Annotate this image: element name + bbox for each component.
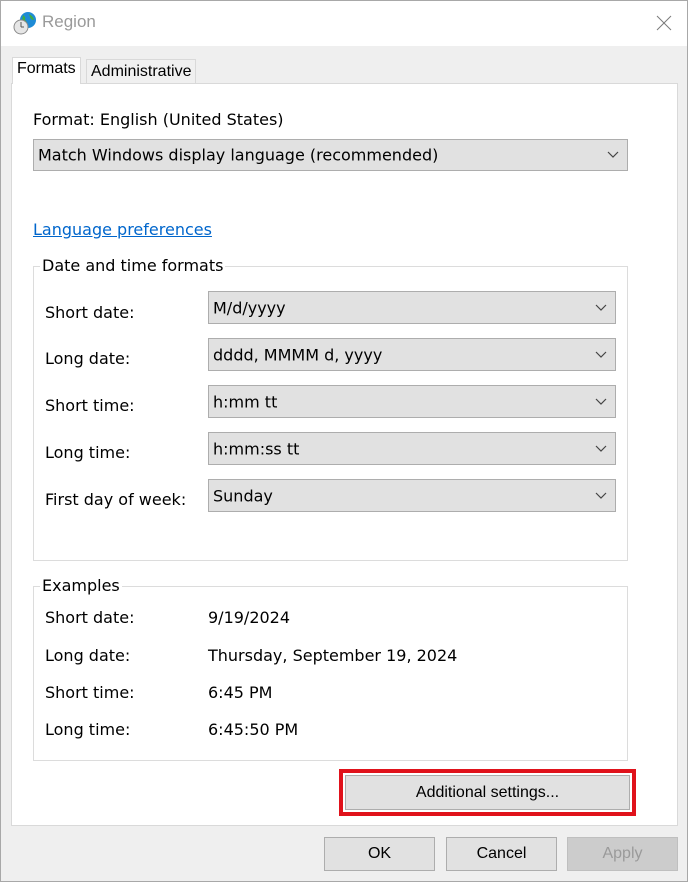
- example-short-time-label: Short time:: [45, 683, 135, 702]
- title-bar: Region: [1, 1, 687, 46]
- first-day-of-week-value: Sunday: [213, 486, 273, 505]
- short-time-dropdown[interactable]: h:mm tt: [208, 385, 616, 418]
- formats-panel: Format: English (United States) Match Wi…: [11, 83, 678, 826]
- date-time-formats-title: Date and time formats: [40, 256, 226, 275]
- examples-title: Examples: [40, 576, 122, 595]
- tab-administrative[interactable]: Administrative: [86, 59, 197, 84]
- additional-settings-button[interactable]: Additional settings...: [345, 775, 630, 810]
- format-label: Format: English (United States): [33, 110, 284, 129]
- example-short-date-label: Short date:: [45, 608, 135, 627]
- date-time-formats-group: Date and time formats Short date: M/d/yy…: [33, 256, 628, 561]
- first-day-of-week-dropdown[interactable]: Sunday: [208, 479, 616, 512]
- format-dropdown[interactable]: Match Windows display language (recommen…: [33, 139, 628, 171]
- short-date-dropdown[interactable]: M/d/yyyy: [208, 291, 616, 324]
- format-dropdown-value: Match Windows display language (recommen…: [38, 145, 439, 165]
- first-day-of-week-label: First day of week:: [45, 490, 187, 509]
- example-long-date-label: Long date:: [45, 646, 131, 665]
- close-button[interactable]: [647, 7, 681, 39]
- ok-button[interactable]: OK: [324, 837, 435, 871]
- short-date-value: M/d/yyyy: [213, 298, 286, 317]
- short-date-label: Short date:: [45, 303, 135, 322]
- long-date-dropdown[interactable]: dddd, MMMM d, yyyy: [208, 338, 616, 371]
- cancel-button[interactable]: Cancel: [446, 837, 557, 871]
- example-long-time-value: 6:45:50 PM: [208, 720, 299, 739]
- example-long-time-label: Long time:: [45, 720, 131, 739]
- tab-formats[interactable]: Formats: [12, 57, 81, 84]
- region-dialog: Region Formats Administrative Format: En…: [0, 0, 688, 882]
- window-title: Region: [42, 12, 96, 31]
- long-date-value: dddd, MMMM d, yyyy: [213, 345, 383, 364]
- example-long-date-value: Thursday, September 19, 2024: [208, 646, 458, 665]
- globe-clock-icon: [13, 12, 36, 35]
- long-time-value: h:mm:ss tt: [213, 439, 300, 458]
- apply-button[interactable]: Apply: [567, 837, 678, 871]
- chevron-down-icon: [595, 492, 607, 499]
- examples-group: Examples Short date: 9/19/2024 Long date…: [33, 576, 628, 761]
- chevron-down-icon: [595, 445, 607, 452]
- short-time-value: h:mm tt: [213, 392, 278, 411]
- long-time-dropdown[interactable]: h:mm:ss tt: [208, 432, 616, 465]
- chevron-down-icon: [607, 151, 619, 158]
- close-icon: [656, 15, 672, 31]
- chevron-down-icon: [595, 304, 607, 311]
- chevron-down-icon: [595, 398, 607, 405]
- chevron-down-icon: [595, 351, 607, 358]
- language-preferences-link[interactable]: Language preferences: [33, 220, 212, 239]
- example-short-date-value: 9/19/2024: [208, 608, 291, 627]
- long-date-label: Long date:: [45, 349, 131, 368]
- long-time-label: Long time:: [45, 443, 131, 462]
- example-short-time-value: 6:45 PM: [208, 683, 273, 702]
- short-time-label: Short time:: [45, 396, 135, 415]
